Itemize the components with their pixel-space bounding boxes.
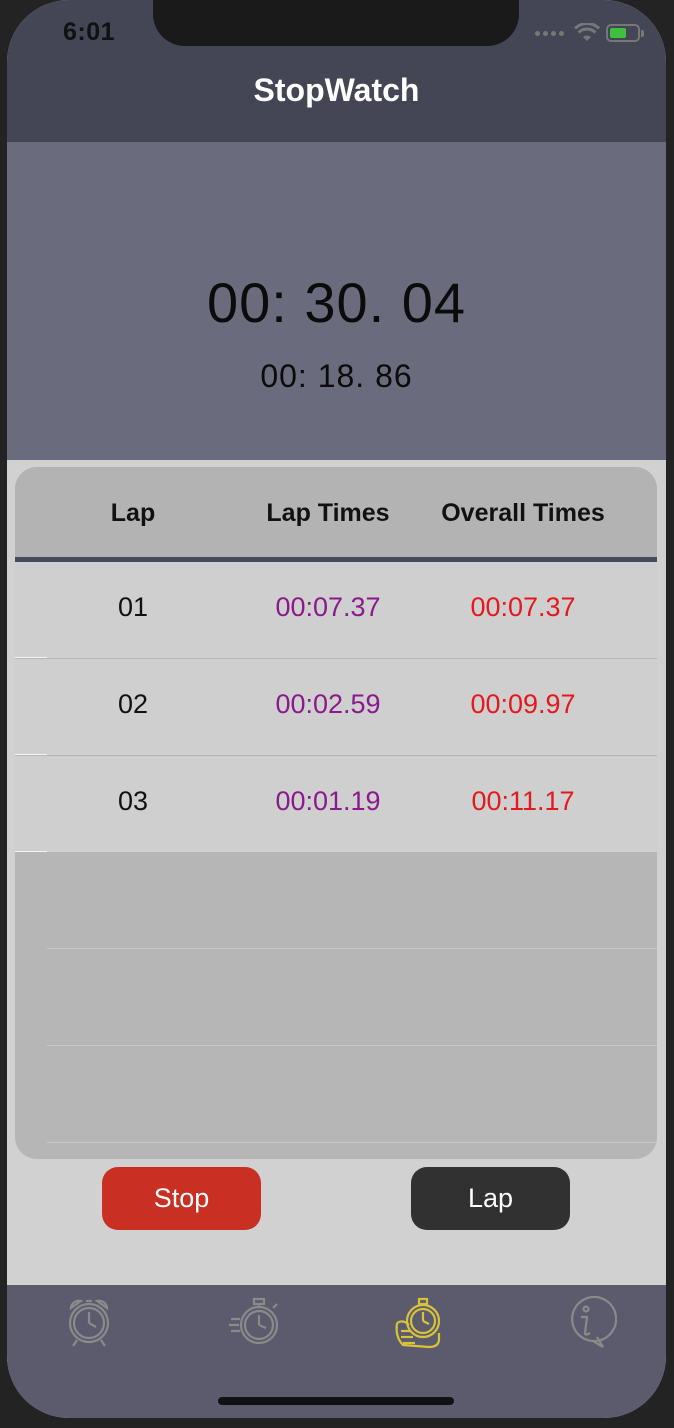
- laps-table: Lap Lap Times Overall Times 01 00:07.37 …: [15, 467, 657, 1159]
- stopwatch-hand-icon: [395, 1297, 441, 1349]
- lap-button[interactable]: Lap: [411, 1167, 570, 1230]
- wifi-icon: [574, 23, 600, 41]
- tab-alarm[interactable]: [59, 1293, 119, 1349]
- alarm-clock-icon: [68, 1299, 110, 1347]
- tab-info[interactable]: [557, 1293, 618, 1349]
- status-time: 6:01: [63, 18, 116, 46]
- lap-time: 00:02.59: [275, 689, 381, 719]
- timer-icon: [229, 1297, 279, 1345]
- empty-row-separator: [47, 1142, 657, 1143]
- status-icons: [535, 20, 644, 46]
- table-row[interactable]: 02 00:02.59 00:09.97: [15, 659, 657, 755]
- lap-number: 03: [117, 786, 149, 816]
- timer-display: 00: 30. 04 00: 18. 86: [7, 142, 666, 460]
- lap-number: 01: [117, 592, 149, 622]
- app-screen: 6:01 StopWatch 00: 30. 04 00: 18. 86 Lap…: [7, 0, 666, 1418]
- overall-time: 00:09.97: [470, 689, 576, 719]
- empty-row-separator: [47, 948, 657, 949]
- overall-time: 00:07.37: [470, 592, 576, 622]
- table-row[interactable]: 03 00:01.19 00:11.17: [15, 756, 657, 852]
- header-lap: Lap: [110, 499, 156, 527]
- home-indicator[interactable]: [218, 1397, 454, 1405]
- navigation-header: 6:01 StopWatch: [7, 0, 666, 142]
- info-bubble-icon: [571, 1296, 618, 1348]
- device-notch: [153, 0, 519, 46]
- tab-timer[interactable]: [227, 1293, 287, 1349]
- signal-icon: [535, 30, 564, 36]
- row-separator: [15, 851, 47, 852]
- table-header: Lap Lap Times Overall Times: [15, 467, 657, 562]
- row-separator: [15, 754, 47, 755]
- table-row[interactable]: 01 00:07.37 00:07.37: [15, 562, 657, 658]
- battery-icon: [606, 24, 644, 42]
- stop-button[interactable]: Stop: [102, 1167, 261, 1230]
- header-lap-times: Lap Times: [266, 499, 390, 527]
- overall-time: 00:11.17: [471, 786, 575, 816]
- page-title: StopWatch: [253, 72, 420, 108]
- lap-time: 00:01.19: [275, 786, 381, 816]
- current-lap-time: 00: 18. 86: [260, 358, 413, 394]
- row-separator: [15, 657, 47, 658]
- lap-time: 00:07.37: [275, 592, 381, 622]
- lap-number: 02: [117, 689, 149, 719]
- total-time: 00: 30. 04: [206, 271, 467, 334]
- header-overall-times: Overall Times: [441, 499, 605, 527]
- tab-stopwatch[interactable]: [389, 1293, 449, 1349]
- empty-row-separator: [47, 1045, 657, 1046]
